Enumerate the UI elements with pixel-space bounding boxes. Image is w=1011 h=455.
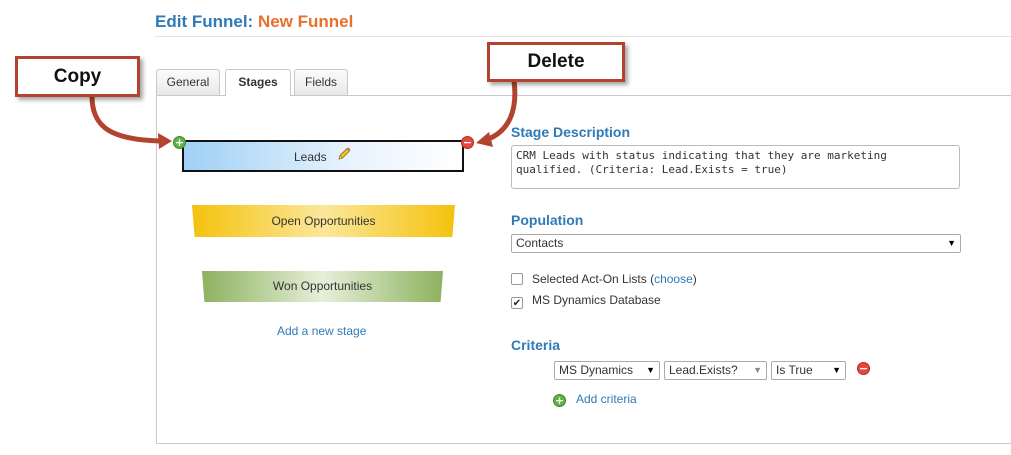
stage-open-opportunities[interactable]: Open Opportunities xyxy=(192,205,455,237)
criteria-source-value: MS Dynamics xyxy=(559,363,634,377)
page-title-prefix: Edit Funnel: xyxy=(155,12,254,31)
tab-fields[interactable]: Fields xyxy=(294,69,348,95)
add-criteria-link[interactable]: Add criteria xyxy=(576,392,637,406)
pencil-icon[interactable] xyxy=(336,143,352,173)
stage-description-field[interactable]: CRM Leads with status indicating that th… xyxy=(511,145,960,189)
ms-dynamics-option: ✔ MS Dynamics Database xyxy=(511,293,661,309)
dropdown-arrow-icon: ▼ xyxy=(832,365,841,375)
criteria-source-select[interactable]: MS Dynamics ▼ xyxy=(554,361,660,380)
stage-label: Open Opportunities xyxy=(271,214,376,228)
criteria-operator-select[interactable]: Is True ▼ xyxy=(771,361,846,380)
title-divider xyxy=(155,36,1011,37)
add-criteria-icon[interactable]: + xyxy=(553,394,566,407)
population-select[interactable]: Contacts ▼ xyxy=(511,234,961,253)
tab-general[interactable]: General xyxy=(156,69,220,95)
population-label: Population xyxy=(511,212,584,228)
criteria-field-value: Lead.Exists? xyxy=(669,363,738,377)
choose-link[interactable]: choose xyxy=(654,272,693,286)
copy-callout: Copy xyxy=(15,56,140,97)
minus-circle-icon[interactable]: − xyxy=(461,136,474,149)
population-selected-value: Contacts xyxy=(516,236,564,250)
selected-lists-option: Selected Act-On Lists (choose) xyxy=(511,272,697,286)
stage-won-opportunities[interactable]: Won Opportunities xyxy=(202,271,443,302)
plus-circle-icon[interactable]: + xyxy=(173,136,186,149)
criteria-operator-value: Is True xyxy=(776,363,813,377)
dropdown-arrow-icon: ▼ xyxy=(947,238,956,248)
criteria-label: Criteria xyxy=(511,337,561,353)
dropdown-arrow-icon: ▼ xyxy=(753,365,762,375)
selected-lists-checkbox[interactable] xyxy=(511,273,523,285)
add-stage-link[interactable]: Add a new stage xyxy=(277,324,366,338)
stage-label: Won Opportunities xyxy=(272,279,373,293)
remove-criteria-icon[interactable]: − xyxy=(857,362,870,375)
stage-description-label: Stage Description xyxy=(511,124,631,140)
checkmark-icon: ✔ xyxy=(512,298,522,309)
stage-label: Leads xyxy=(293,150,327,164)
tab-stages[interactable]: Stages xyxy=(225,69,291,96)
stage-leads[interactable]: Leads xyxy=(182,140,464,172)
funnel-name: New Funnel xyxy=(257,12,354,31)
page-title: Edit Funnel: New Funnel xyxy=(155,12,353,32)
criteria-field-select[interactable]: Lead.Exists? ▼ xyxy=(664,361,767,380)
delete-callout: Delete xyxy=(487,42,625,82)
option-label: MS Dynamics Database xyxy=(532,293,661,307)
dropdown-arrow-icon: ▼ xyxy=(646,365,655,375)
option-label: Selected Act-On Lists xyxy=(532,272,647,286)
ms-dynamics-checkbox[interactable]: ✔ xyxy=(511,297,523,309)
